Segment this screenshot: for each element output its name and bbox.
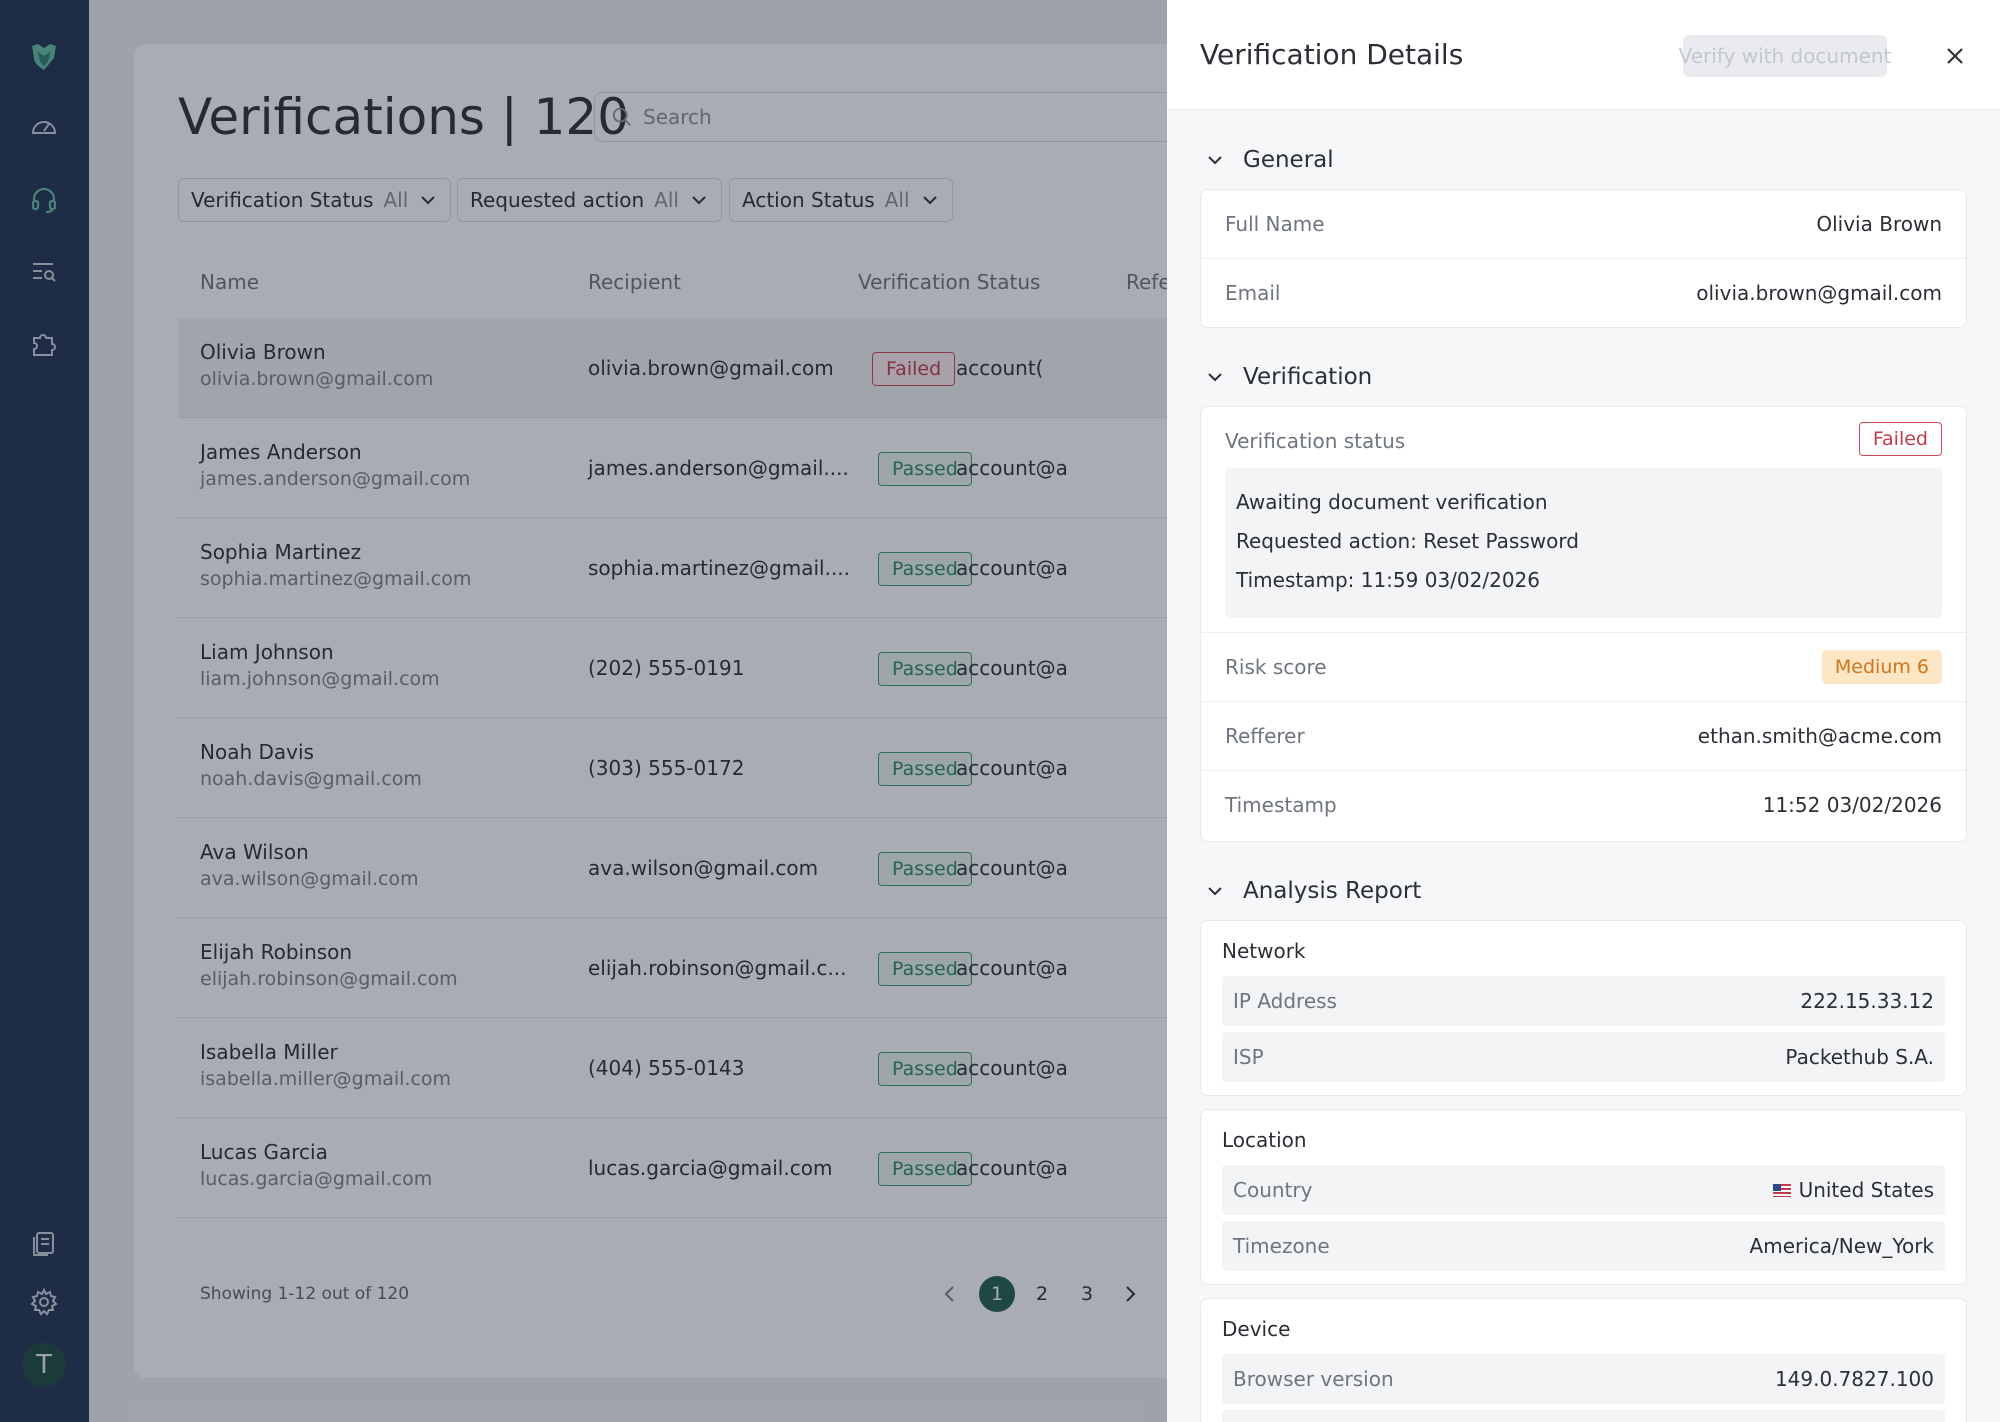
general-panel: Full Name Olivia Brown Email olivia.brow… xyxy=(1200,189,1967,328)
section-toggle-analysis-report[interactable]: Analysis Report xyxy=(1205,878,1421,904)
device-title: Device xyxy=(1222,1317,1291,1341)
location-panel: Location Country United States Timezone … xyxy=(1200,1109,1967,1285)
timestamp-row: Timestamp 11:52 03/02/2026 xyxy=(1201,771,1966,840)
close-button[interactable] xyxy=(1937,38,1973,74)
timestamp-label: Timestamp xyxy=(1225,793,1337,817)
ip-address-label: IP Address xyxy=(1233,989,1337,1013)
note-line: Awaiting document verification xyxy=(1236,490,1548,514)
chevron-down-icon xyxy=(1208,156,1222,165)
verification-panel: Verification status Failed Awaiting docu… xyxy=(1200,406,1967,842)
status-badge: Failed xyxy=(1858,422,1942,456)
section-title: Analysis Report xyxy=(1243,878,1422,904)
country-value: United States xyxy=(1772,1178,1934,1202)
risk-score-label: Risk score xyxy=(1225,655,1327,679)
us-flag-icon xyxy=(1772,1183,1791,1197)
full-name-row: Full Name Olivia Brown xyxy=(1201,190,1966,259)
verification-status-label: Verification status xyxy=(1225,429,1406,453)
browser-version-label: Browser version xyxy=(1233,1367,1394,1391)
email-row: Email olivia.brown@gmail.com xyxy=(1201,259,1966,328)
referrer-value: ethan.smith@acme.com xyxy=(1697,724,1942,748)
location-title: Location xyxy=(1222,1128,1307,1152)
section-title: General xyxy=(1243,147,1334,173)
section-toggle-general[interactable]: General xyxy=(1205,147,1334,173)
timezone-row: Timezone America/New_York xyxy=(1222,1221,1945,1271)
timezone-label: Timezone xyxy=(1233,1234,1330,1258)
modal-backdrop[interactable] xyxy=(0,0,1167,1422)
full-name-value: Olivia Brown xyxy=(1816,212,1942,236)
isp-label: ISP xyxy=(1233,1045,1264,1069)
drawer-header: Verification Details Verify with documen… xyxy=(1167,0,2000,110)
device-next-row xyxy=(1222,1410,1945,1422)
verification-note: Awaiting document verification Requested… xyxy=(1225,468,1942,618)
isp-row: ISP Packethub S.A. xyxy=(1222,1032,1945,1082)
country-label: Country xyxy=(1233,1178,1313,1202)
browser-version-row: Browser version 149.0.7827.100 xyxy=(1222,1354,1945,1404)
section-toggle-verification[interactable]: Verification xyxy=(1205,364,1372,390)
full-name-label: Full Name xyxy=(1225,212,1325,236)
ip-address-row: IP Address 222.15.33.12 xyxy=(1222,976,1945,1026)
referrer-row: Refferer ethan.smith@acme.com xyxy=(1201,702,1966,771)
chevron-down-icon xyxy=(1208,887,1222,896)
network-title: Network xyxy=(1222,939,1306,963)
close-icon xyxy=(1947,48,1963,64)
verify-with-document-button[interactable]: Verify with document xyxy=(1679,35,1891,77)
email-label: Email xyxy=(1225,281,1281,305)
referrer-label: Refferer xyxy=(1225,724,1305,748)
chevron-down-icon xyxy=(1208,373,1222,382)
timezone-value: America/New_York xyxy=(1749,1234,1934,1258)
verification-details-drawer: Verification Details Verify with documen… xyxy=(1167,0,2000,1422)
browser-version-value: 149.0.7827.100 xyxy=(1774,1367,1934,1391)
ip-address-value: 222.15.33.12 xyxy=(1800,989,1934,1013)
timestamp-value: 11:52 03/02/2026 xyxy=(1762,793,1942,817)
country-name: United States xyxy=(1798,1178,1934,1202)
section-title: Verification xyxy=(1243,364,1373,390)
note-line: Requested action: Reset Password xyxy=(1236,529,1579,553)
isp-value: Packethub S.A. xyxy=(1785,1045,1934,1069)
network-panel: Network IP Address 222.15.33.12 ISP Pack… xyxy=(1200,920,1967,1096)
drawer-title: Verification Details xyxy=(1200,38,1464,71)
risk-score-badge: Medium 6 xyxy=(1821,650,1942,684)
device-panel: Device Browser version 149.0.7827.100 xyxy=(1200,1298,1967,1422)
risk-score-row: Risk score Medium 6 xyxy=(1201,633,1966,702)
verification-status-row: Verification status Failed Awaiting docu… xyxy=(1201,407,1966,633)
note-line: Timestamp: 11:59 03/02/2026 xyxy=(1236,568,1541,592)
country-row: Country United States xyxy=(1222,1165,1945,1215)
email-value: olivia.brown@gmail.com xyxy=(1696,281,1942,305)
